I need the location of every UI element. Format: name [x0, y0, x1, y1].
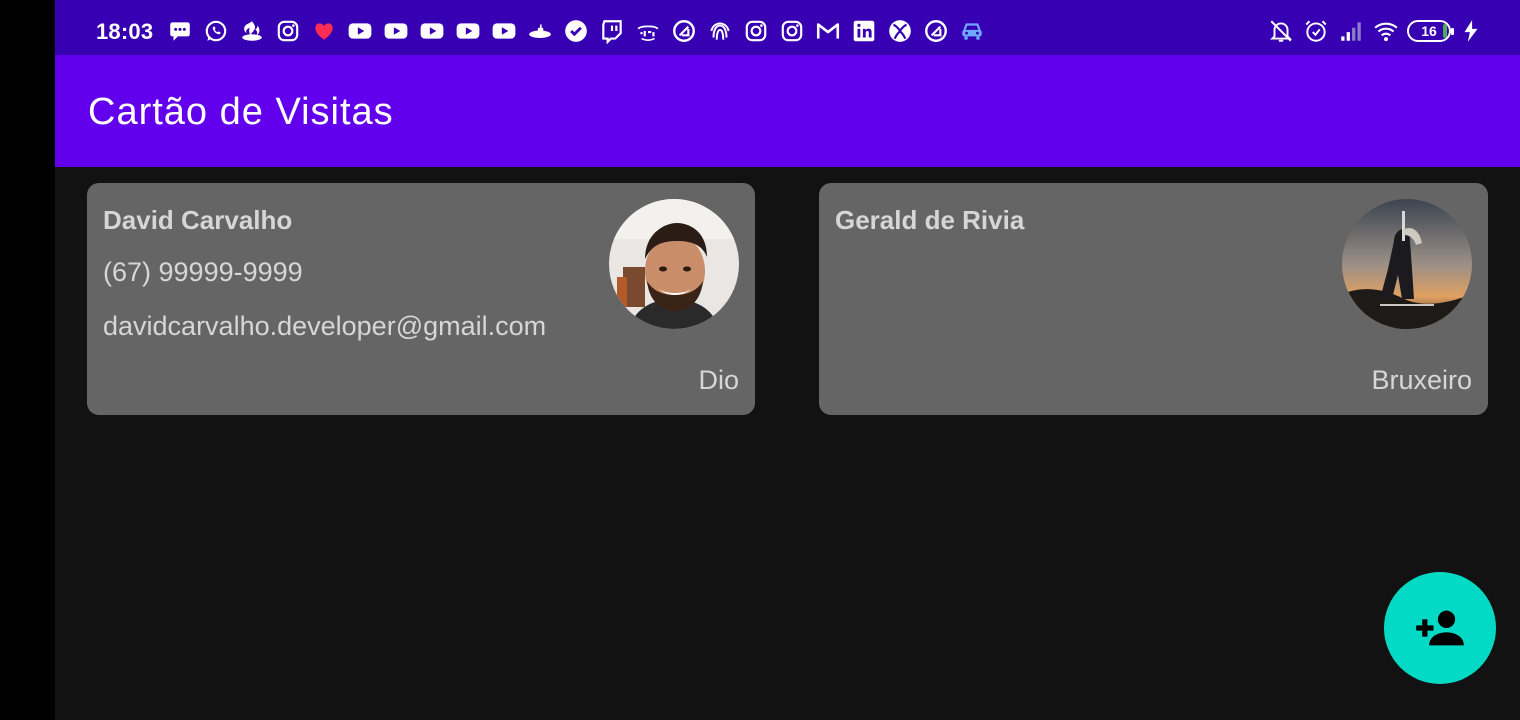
- battery-fill: [1443, 24, 1447, 38]
- status-bar: 18:03 16: [55, 0, 1520, 55]
- card-email: davidcarvalho.developer@gmail.com: [103, 311, 547, 341]
- santander-icon: [238, 18, 266, 44]
- message-icon: [166, 18, 194, 44]
- submarine-icon: [526, 18, 554, 44]
- app-screen: 18:03 16 Cartão de Visitas David Carvalh…: [55, 0, 1520, 720]
- twitch-icon: [598, 18, 626, 44]
- battery-tip: [1451, 28, 1454, 35]
- xbox-icon: [886, 18, 914, 44]
- avatar: [1342, 199, 1472, 329]
- avatar: [609, 199, 739, 329]
- card-phone: (67) 99999-9999: [103, 257, 303, 287]
- instagram-icon: [274, 18, 302, 44]
- nucleus-icon: [670, 18, 698, 44]
- business-card[interactable]: Gerald de Rivia Bruxeiro: [819, 183, 1488, 415]
- linkedin-icon: [850, 18, 878, 44]
- card-name: David Carvalho: [103, 205, 293, 235]
- notification-icons: [166, 18, 994, 44]
- business-card[interactable]: David Carvalho (67) 99999-9999 davidcarv…: [87, 183, 755, 415]
- add-contact-button[interactable]: [1384, 572, 1496, 684]
- system-icons: 16: [1267, 18, 1492, 44]
- ifood-icon: [634, 18, 662, 44]
- heart-icon: [310, 18, 338, 44]
- youtube-icon: [418, 18, 446, 44]
- instagram-icon: [778, 18, 806, 44]
- card-company: Bruxeiro: [1371, 365, 1472, 395]
- youtube-icon: [382, 18, 410, 44]
- battery-level: 16: [1421, 23, 1437, 39]
- nucleus-icon: [922, 18, 950, 44]
- wifi-icon: [1372, 18, 1400, 44]
- status-time: 18:03: [96, 19, 154, 44]
- battery-icon: 16: [1407, 20, 1454, 42]
- person-add-icon: [1416, 610, 1464, 646]
- card-name: Gerald de Rivia: [835, 205, 1025, 235]
- youtube-icon: [490, 18, 518, 44]
- whatsapp-icon: [202, 18, 230, 44]
- silent-icon: [1267, 18, 1295, 44]
- fingerprint-icon: [706, 18, 734, 44]
- app-bar: Cartão de Visitas: [55, 55, 1520, 167]
- app-title: Cartão de Visitas: [88, 91, 394, 133]
- charging-icon: [1457, 18, 1485, 44]
- alarm-icon: [1302, 18, 1330, 44]
- display-cutout: [0, 0, 55, 720]
- check-badge-icon: [562, 18, 590, 44]
- card-company: Dio: [698, 365, 739, 395]
- car-icon: [958, 18, 986, 44]
- signal-icon: [1337, 18, 1365, 44]
- gmail-icon: [814, 18, 842, 44]
- youtube-icon: [346, 18, 374, 44]
- youtube-icon: [454, 18, 482, 44]
- instagram-icon: [742, 18, 770, 44]
